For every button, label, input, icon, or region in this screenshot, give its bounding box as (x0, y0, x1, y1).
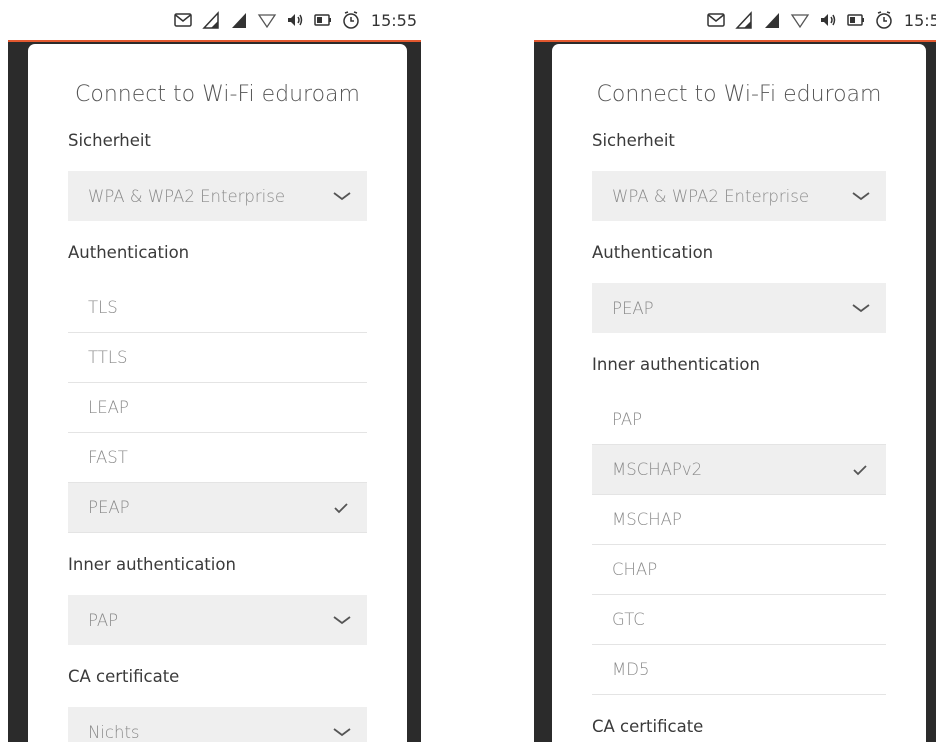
dialog-title: Connect to Wi-Fi eduroam (75, 82, 360, 107)
ca-certificate-value: Nichts (88, 722, 140, 742)
dialog-title: Connect to Wi-Fi eduroam (596, 82, 882, 107)
authentication-value: PEAP (612, 298, 654, 318)
message-icon[interactable] (706, 10, 726, 30)
inner-option-md5[interactable]: MD5 (592, 645, 886, 695)
option-label: FAST (88, 448, 128, 467)
inner-authentication-dropdown[interactable]: PAP (68, 595, 367, 645)
auth-option-peap[interactable]: PEAP (68, 483, 367, 533)
wifi-icon[interactable] (790, 10, 810, 30)
option-label: CHAP (612, 560, 658, 579)
inner-authentication-value: PAP (88, 610, 119, 630)
security-dropdown[interactable]: WPA & WPA2 Enterprise (592, 171, 886, 221)
option-label: TLS (88, 298, 118, 317)
option-label: GTC (612, 610, 645, 629)
option-label: PEAP (88, 498, 130, 517)
status-indicators: 15:55 (706, 9, 936, 31)
signal-outline-icon[interactable] (734, 10, 754, 30)
auth-option-leap[interactable]: LEAP (68, 383, 367, 433)
status-indicators: 15:55 (173, 9, 417, 31)
security-value: WPA & WPA2 Enterprise (88, 186, 285, 206)
inner-option-mschapv2[interactable]: MSCHAPv2 (592, 445, 886, 495)
status-bar: 15:55 (534, 0, 936, 42)
authentication-label: Authentication (592, 243, 714, 262)
authentication-label: Authentication (68, 243, 190, 262)
message-icon[interactable] (173, 10, 193, 30)
volume-icon[interactable] (285, 10, 305, 30)
ca-certificate-label: CA certificate (68, 667, 180, 686)
wifi-icon[interactable] (257, 10, 277, 30)
clock-time: 15:55 (370, 10, 417, 30)
chevron-down-icon (852, 304, 870, 313)
auth-option-ttls[interactable]: TTLS (68, 333, 367, 383)
inner-option-mschap[interactable]: MSCHAP (592, 495, 886, 545)
signal-icon[interactable] (762, 10, 782, 30)
ca-certificate-dropdown[interactable]: Nichts (68, 707, 367, 742)
auth-option-fast[interactable]: FAST (68, 433, 367, 483)
chevron-down-icon (333, 192, 351, 201)
battery-icon[interactable] (846, 10, 866, 30)
alarm-icon[interactable] (874, 10, 894, 30)
signal-icon[interactable] (229, 10, 249, 30)
chevron-down-icon (333, 616, 351, 625)
security-label: Sicherheit (68, 131, 151, 150)
inner-option-pap[interactable]: PAP (592, 395, 886, 445)
signal-outline-icon[interactable] (201, 10, 221, 30)
inner-option-chap[interactable]: CHAP (592, 545, 886, 595)
chevron-down-icon (333, 728, 351, 737)
alarm-icon[interactable] (341, 10, 361, 30)
connect-dialog: Connect to Wi-Fi eduroam Sicherheit WPA … (552, 44, 926, 742)
phone-screen-right: 15:55 Connect to Wi-Fi eduroam Sicherhei… (534, 0, 936, 742)
option-label: LEAP (88, 398, 129, 417)
authentication-dropdown[interactable]: PEAP (592, 283, 886, 333)
option-label: MSCHAPv2 (612, 460, 703, 479)
option-label: TTLS (88, 348, 128, 367)
ca-certificate-label: CA certificate (592, 717, 704, 736)
volume-icon[interactable] (818, 10, 838, 30)
option-label: PAP (612, 410, 643, 429)
checkmark-icon (853, 465, 867, 476)
battery-icon[interactable] (313, 10, 333, 30)
inner-option-gtc[interactable]: GTC (592, 595, 886, 645)
option-label: MD5 (612, 660, 650, 679)
checkmark-icon (334, 503, 348, 514)
auth-option-tls[interactable]: TLS (68, 283, 367, 333)
security-value: WPA & WPA2 Enterprise (612, 186, 809, 206)
option-label: MSCHAP (612, 510, 682, 529)
inner-authentication-label: Inner authentication (68, 555, 236, 574)
phone-screen-left: 15:55 Connect to Wi-Fi eduroam Sicherhei… (8, 0, 421, 742)
inner-authentication-label: Inner authentication (592, 355, 760, 374)
security-label: Sicherheit (592, 131, 675, 150)
clock-time: 15:55 (903, 10, 936, 30)
connect-dialog: Connect to Wi-Fi eduroam Sicherheit WPA … (28, 44, 407, 742)
status-bar: 15:55 (8, 0, 421, 42)
chevron-down-icon (852, 192, 870, 201)
security-dropdown[interactable]: WPA & WPA2 Enterprise (68, 171, 367, 221)
